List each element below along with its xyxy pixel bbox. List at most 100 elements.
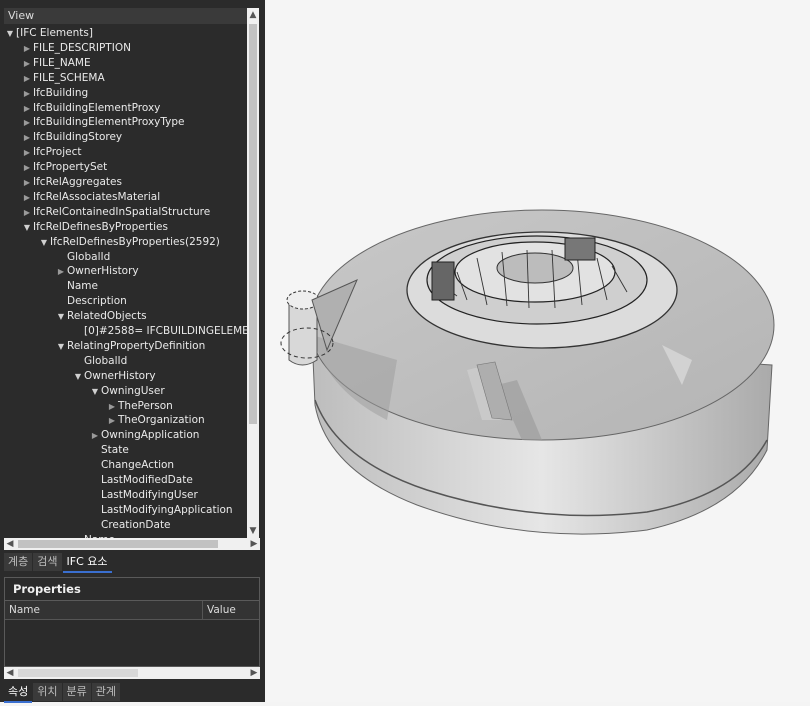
top-tabs: 계층 검색 IFC 요소 [4, 553, 113, 573]
collapsed-chevron-icon[interactable]: ▶ [21, 160, 33, 175]
column-name[interactable]: Name [5, 601, 203, 619]
collapsed-chevron-icon[interactable]: ▶ [55, 264, 67, 279]
tree-node[interactable]: ▶ IfcRelAggregates [21, 175, 122, 190]
tree-node[interactable]: LastModifyingUser [89, 488, 198, 503]
tab-tabs-bottom-2[interactable]: 분류 [62, 683, 91, 701]
tree-node[interactable]: ▶ IfcRelContainedInSpatialStructure [21, 205, 210, 220]
tree-node[interactable]: ▼ IfcRelDefinesByProperties [21, 220, 168, 235]
tree-node[interactable]: ▶ OwningApplication [89, 428, 200, 443]
tree-node[interactable]: ▼ RelatedObjects [55, 309, 147, 324]
tree-node[interactable]: LastModifyingApplication [89, 503, 233, 518]
scroll-right-icon[interactable]: ▶ [248, 538, 260, 550]
collapsed-chevron-icon[interactable]: ▶ [21, 86, 33, 101]
tree-node-label: GlobalId [67, 250, 111, 263]
expanded-chevron-icon[interactable]: ▼ [72, 369, 84, 384]
tree-node[interactable]: ▼ OwningUser [89, 384, 165, 399]
tree-horizontal-scrollbar[interactable]: ◀ ▶ [4, 538, 260, 550]
expanded-chevron-icon[interactable]: ▼ [4, 26, 16, 41]
tree-node[interactable]: GlobalId [55, 250, 110, 265]
tree-node-label: IfcRelDefinesByProperties [33, 220, 168, 233]
tree-node-label: RelatedObjects [67, 310, 147, 323]
scrollbar-thumb[interactable] [249, 24, 257, 424]
view-header: View [4, 8, 248, 24]
scrollbar-thumb[interactable] [18, 540, 218, 548]
collapsed-chevron-icon[interactable]: ▶ [21, 175, 33, 190]
tree-node-label: IfcBuilding [33, 86, 89, 99]
tab-tabs-bottom-0[interactable]: 속성 [4, 683, 33, 703]
expanded-chevron-icon[interactable]: ▼ [38, 235, 50, 250]
scroll-left-icon[interactable]: ◀ [4, 667, 16, 679]
tree-node[interactable]: ▶ ThePerson [106, 399, 173, 414]
bottom-tabs: 속성 위치 분류 관계 [4, 683, 121, 703]
tree-node[interactable]: ▶ TheOrganization [106, 413, 205, 428]
tree-node[interactable]: ▶ IfcBuildingElementProxyType [21, 115, 185, 130]
scrollbar-thumb[interactable] [18, 669, 138, 677]
expanded-chevron-icon[interactable]: ▼ [55, 309, 67, 324]
expanded-chevron-icon[interactable]: ▼ [55, 339, 67, 354]
tree-node-label: IfcBuildingElementProxy [33, 101, 161, 114]
tree-node[interactable]: State [89, 443, 129, 458]
tree-node[interactable]: LastModifiedDate [89, 473, 193, 488]
tree-node[interactable]: ▶ IfcBuilding [21, 86, 88, 101]
tree-node[interactable]: ▶ OwnerHistory [55, 264, 139, 279]
scroll-up-icon[interactable]: ▲ [247, 8, 259, 22]
collapsed-chevron-icon[interactable]: ▶ [21, 115, 33, 130]
tab-tabs-bottom-1[interactable]: 위치 [33, 683, 62, 701]
3d-viewport[interactable] [267, 0, 810, 702]
ifc-tree[interactable]: ▼ [IFC Elements] ▶ FILE_DESCRIPTION ▶ FILE_NA… [4, 26, 247, 538]
collapsed-chevron-icon[interactable]: ▶ [21, 130, 33, 145]
tree-node-label: Name [67, 280, 98, 293]
tree-node-label: IfcProject [33, 146, 82, 159]
tab-tabs-bottom-3[interactable]: 관계 [91, 683, 120, 701]
tree-node-label: [IFC Elements] [16, 27, 93, 39]
scroll-left-icon[interactable]: ◀ [4, 538, 16, 550]
collapsed-chevron-icon[interactable]: ▶ [89, 428, 101, 443]
building-model[interactable] [267, 0, 810, 702]
expanded-chevron-icon[interactable]: ▼ [21, 220, 33, 235]
tree-node[interactable]: ▶ FILE_DESCRIPTION [21, 41, 131, 56]
scroll-down-icon[interactable]: ▼ [247, 524, 259, 538]
collapsed-chevron-icon[interactable]: ▶ [21, 190, 33, 205]
tree-node[interactable]: ▶ IfcBuildingStorey [21, 130, 122, 145]
tree-node[interactable]: ▼ IfcRelDefinesByProperties(2592) [38, 235, 220, 250]
tree-node[interactable]: ▶ IfcBuildingElementProxy [21, 101, 160, 116]
tab-tabs-top-2[interactable]: IFC 요소 [62, 553, 112, 573]
column-value[interactable]: Value [203, 601, 236, 619]
tree-node[interactable]: ▶ FILE_NAME [21, 56, 91, 71]
tree-node-label: IfcBuildingElementProxyType [33, 116, 185, 129]
tree-node[interactable]: ▼ [IFC Elements] [4, 26, 93, 41]
tree-node-label: [0]#2588= IFCBUILDINGELEMENTPROXY [84, 325, 247, 337]
tree-node[interactable]: ▶ IfcRelAssociatesMaterial [21, 190, 160, 205]
tree-node[interactable]: CreationDate [89, 518, 171, 533]
tab-tabs-top-0[interactable]: 계층 [4, 553, 33, 571]
tree-node-label: FILE_DESCRIPTION [33, 41, 131, 54]
tree-node[interactable]: ▼ RelatingPropertyDefinition [55, 339, 205, 354]
tree-node-label: IfcPropertySet [33, 161, 108, 174]
tree-node-label: LastModifyingUser [101, 488, 198, 501]
collapsed-chevron-icon[interactable]: ▶ [21, 56, 33, 71]
tree-node[interactable]: ▶ IfcProject [21, 145, 82, 160]
collapsed-chevron-icon[interactable]: ▶ [21, 71, 33, 86]
tree-node-label: OwnerHistory [84, 369, 156, 382]
collapsed-chevron-icon[interactable]: ▶ [106, 399, 118, 414]
collapsed-chevron-icon[interactable]: ▶ [21, 145, 33, 160]
collapsed-chevron-icon[interactable]: ▶ [106, 413, 118, 428]
tree-vertical-scrollbar[interactable]: ▲ ▼ [247, 8, 259, 538]
tree-node[interactable]: [0]#2588= IFCBUILDINGELEMENTPROXY [72, 324, 247, 339]
collapsed-chevron-icon[interactable]: ▶ [21, 41, 33, 56]
tree-node[interactable]: ChangeAction [89, 458, 174, 473]
properties-horizontal-scrollbar[interactable]: ◀ ▶ [4, 667, 260, 679]
tree-node[interactable]: GlobalId [72, 354, 127, 369]
collapsed-chevron-icon[interactable]: ▶ [21, 101, 33, 116]
tree-node[interactable]: Name [55, 279, 98, 294]
tree-node[interactable]: ▼ OwnerHistory [72, 369, 156, 384]
scroll-right-icon[interactable]: ▶ [248, 667, 260, 679]
tree-node-label: IfcRelDefinesByProperties(2592) [50, 235, 220, 248]
tree-node[interactable]: Description [55, 294, 127, 309]
tab-tabs-top-1[interactable]: 검색 [33, 553, 62, 571]
collapsed-chevron-icon[interactable]: ▶ [21, 205, 33, 220]
tree-node-label: OwningUser [101, 384, 165, 397]
tree-node[interactable]: ▶ IfcPropertySet [21, 160, 107, 175]
tree-node[interactable]: ▶ FILE_SCHEMA [21, 71, 105, 86]
expanded-chevron-icon[interactable]: ▼ [89, 384, 101, 399]
